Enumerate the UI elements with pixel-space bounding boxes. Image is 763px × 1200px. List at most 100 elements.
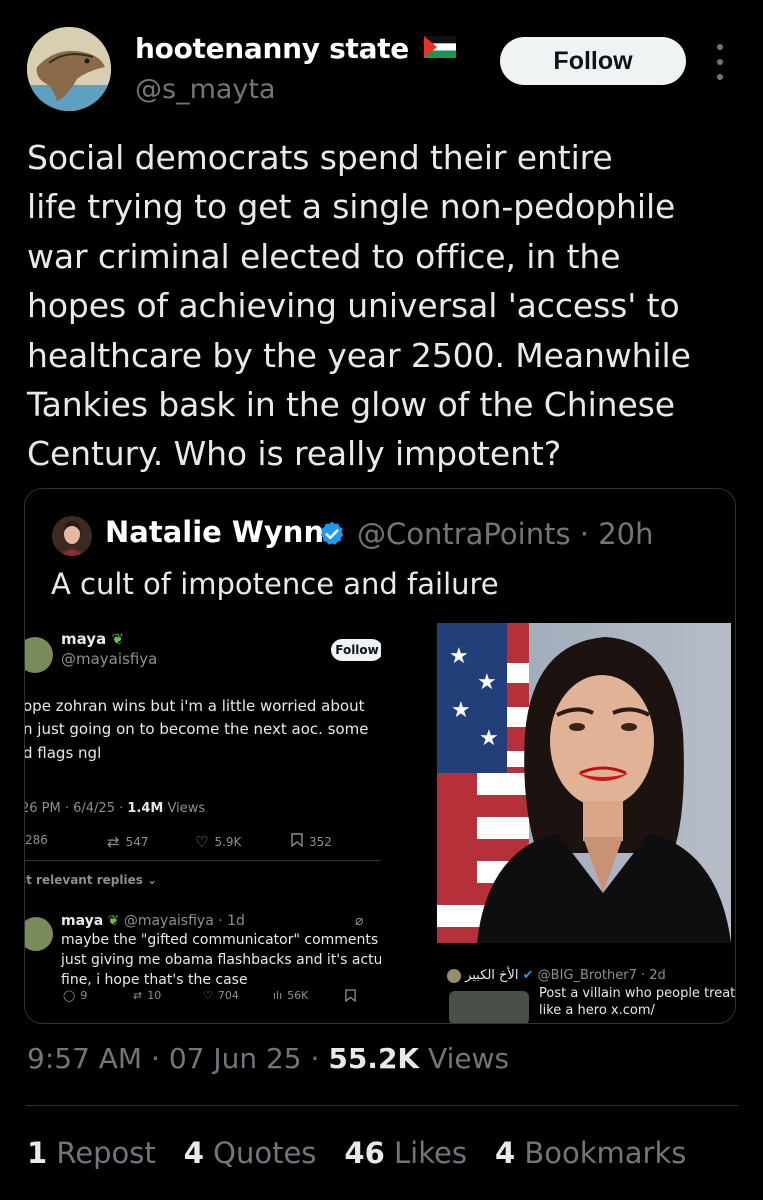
embedded-author-name: maya ❦ bbox=[61, 630, 124, 648]
embedded-reply-line: maybe the "gifted communicator" comments… bbox=[61, 932, 381, 948]
engagement-stats: 1 Repost 4 Quotes 46 Likes 4 Bookmarks bbox=[27, 1136, 686, 1170]
embedded-author-handle: @mayaisfiya bbox=[61, 650, 158, 668]
svg-text:★: ★ bbox=[451, 698, 471, 723]
embedded-reply-line: fine, i hope that's the case bbox=[61, 972, 248, 988]
separator-dot: · bbox=[151, 1042, 160, 1075]
tweet-text: Social democrats spend their entire life… bbox=[27, 138, 691, 474]
embedded-text-line: ope zohran wins but i'm a little worried… bbox=[25, 697, 365, 715]
stat-count: 46 bbox=[344, 1136, 385, 1170]
embedded-photo-post[interactable]: ★★★★ الأخ الكبير ✔ @BIG_Brother7 · 2d bbox=[437, 623, 735, 1023]
embedded2-author: الأخ الكبير ✔ @BIG_Brother7 · 2d bbox=[447, 968, 666, 983]
embedded-reply-count: 286 bbox=[25, 833, 48, 847]
chevron-down-icon: ⌄ bbox=[147, 873, 158, 887]
bookmarks-stat[interactable]: 4 Bookmarks bbox=[495, 1136, 686, 1170]
quotes-stat[interactable]: 4 Quotes bbox=[184, 1136, 317, 1170]
embedded-like-count: 5.9K bbox=[214, 835, 242, 849]
embedded-reply-replies-count: 9 bbox=[80, 989, 88, 1002]
embedded-reply-avatar bbox=[25, 917, 53, 951]
embedded-avatar bbox=[25, 637, 53, 673]
author-avatar[interactable] bbox=[27, 27, 111, 111]
heart-icon: ♡ bbox=[195, 833, 209, 851]
embedded-reply-handle: @mayaisfiya · 1d bbox=[123, 913, 245, 929]
embedded-text-line: n just going on to become the next aoc. … bbox=[25, 720, 369, 738]
embedded2-handle-time: @BIG_Brother7 · 2d bbox=[537, 968, 666, 983]
palestine-flag-icon bbox=[424, 32, 457, 65]
stat-count: 4 bbox=[183, 1136, 204, 1170]
heart-icon: ♡ bbox=[203, 989, 213, 1002]
plant-emoji-icon: ❦ bbox=[111, 630, 125, 648]
svg-text:★: ★ bbox=[477, 670, 497, 695]
repost-icon: ⇄ bbox=[133, 989, 143, 1002]
author-name-text: hootenanny state bbox=[135, 32, 409, 65]
embedded-post-meta: 26 PM · 6/4/25 · 1.4M Views bbox=[25, 801, 205, 816]
embedded-text-line: d flags ngl bbox=[25, 744, 102, 762]
embedded-meta-views-label: Views bbox=[167, 801, 206, 816]
more-options-icon[interactable] bbox=[710, 44, 730, 80]
embedded-repost-count: 547 bbox=[125, 835, 149, 849]
embedded2-name: الأخ الكبير bbox=[465, 968, 519, 983]
stat-label: Repost bbox=[56, 1136, 156, 1170]
embedded2-text: Post a villain who people treat like a h… bbox=[539, 985, 735, 1019]
quote-author-name[interactable]: Natalie Wynn bbox=[105, 515, 324, 549]
embedded-reply-replies: ◯ 9 bbox=[63, 989, 87, 1002]
bookmark-icon bbox=[345, 989, 356, 1005]
embedded-reply-reposts-count: 10 bbox=[147, 989, 162, 1002]
tweet-date: 07 Jun 25 bbox=[168, 1042, 302, 1075]
embedded-follow-button: Follow bbox=[331, 639, 381, 661]
embedded2-text-line: like a hero x.com/ bbox=[539, 1003, 655, 1018]
bar-chart-icon: ılı bbox=[273, 989, 283, 1002]
embedded-reply-stat: 286 bbox=[25, 833, 48, 847]
stat-label: Quotes bbox=[213, 1136, 317, 1170]
embedded2-avatar-icon bbox=[447, 968, 461, 983]
stat-label: Likes bbox=[394, 1136, 467, 1170]
stat-label: Bookmarks bbox=[524, 1136, 687, 1170]
author-handle[interactable]: @s_mayta bbox=[135, 74, 276, 105]
embedded-reply-name: maya bbox=[61, 913, 104, 929]
follow-button[interactable]: Follow bbox=[500, 37, 686, 85]
embedded-reply-likes-count: 704 bbox=[217, 989, 239, 1002]
divider bbox=[26, 1105, 738, 1106]
embedded-bookmark-stat: 352 bbox=[291, 833, 332, 850]
comment-icon: ◯ bbox=[63, 989, 76, 1002]
repost-icon: ⇄ bbox=[107, 833, 120, 851]
embedded-name-text: maya bbox=[61, 630, 107, 648]
embedded-reply-views: ılı 56K bbox=[273, 989, 308, 1002]
bookmark-icon bbox=[291, 833, 303, 850]
author-display-name[interactable]: hootenanny state bbox=[135, 32, 457, 67]
embedded-post-screenshot[interactable]: maya ❦ @mayaisfiya Follow ope zohran win… bbox=[25, 623, 381, 1023]
embedded-reply-reposts: ⇄ 10 bbox=[133, 989, 161, 1002]
embedded-like-stat: ♡ 5.9K bbox=[195, 833, 241, 851]
embedded2-thumbnail bbox=[449, 991, 529, 1023]
quote-author-avatar[interactable] bbox=[52, 516, 92, 556]
tweet-views-label: Views bbox=[428, 1042, 510, 1075]
stat-count: 1 bbox=[27, 1136, 48, 1170]
embedded-meta-time: 26 PM · 6/4/25 · bbox=[25, 801, 124, 816]
likes-stat[interactable]: 46 Likes bbox=[344, 1136, 467, 1170]
embedded-reply-author: maya ❦ @mayaisfiya · 1d bbox=[61, 913, 245, 929]
svg-text:★: ★ bbox=[479, 726, 499, 751]
embedded2-text-line: Post a villain who people treat bbox=[539, 986, 736, 1001]
embedded-divider bbox=[25, 860, 381, 861]
stat-count: 4 bbox=[494, 1136, 516, 1170]
svg-text:★: ★ bbox=[449, 644, 469, 669]
grok-icon: ⌀ bbox=[355, 913, 364, 929]
embedded-meta-views: 1.4M bbox=[127, 801, 164, 816]
quoted-tweet-card[interactable]: Natalie Wynn @ContraPoints · 20h A cult … bbox=[24, 488, 736, 1024]
embedded-reply-line: just giving me obama flashbacks and it's… bbox=[61, 952, 381, 968]
separator-dot: · bbox=[310, 1042, 320, 1075]
embedded-relevant-replies: st relevant replies ⌄ bbox=[25, 873, 157, 887]
plant-emoji-icon: ❦ bbox=[107, 913, 120, 929]
embedded-relevant-text: st relevant replies bbox=[25, 873, 143, 887]
tweet-timestamp[interactable]: 9:57 AM · 07 Jun 25 · 55.2K Views bbox=[27, 1042, 509, 1075]
embedded-reply-views-count: 56K bbox=[287, 989, 309, 1002]
verified-badge-icon bbox=[318, 520, 346, 552]
quote-text: A cult of impotence and failure bbox=[51, 567, 499, 601]
quote-handle-time[interactable]: @ContraPoints · 20h bbox=[357, 517, 654, 551]
tweet-time: 9:57 AM bbox=[27, 1042, 143, 1075]
embedded-repost-stat: ⇄ 547 bbox=[107, 833, 148, 851]
embedded-reply-bookmark bbox=[345, 989, 356, 1005]
embedded-bookmark-count: 352 bbox=[309, 834, 332, 849]
tweet-views-count: 55.2K bbox=[328, 1042, 420, 1075]
verified-badge-icon: ✔ bbox=[522, 968, 534, 983]
reposts-stat[interactable]: 1 Repost bbox=[27, 1136, 156, 1170]
